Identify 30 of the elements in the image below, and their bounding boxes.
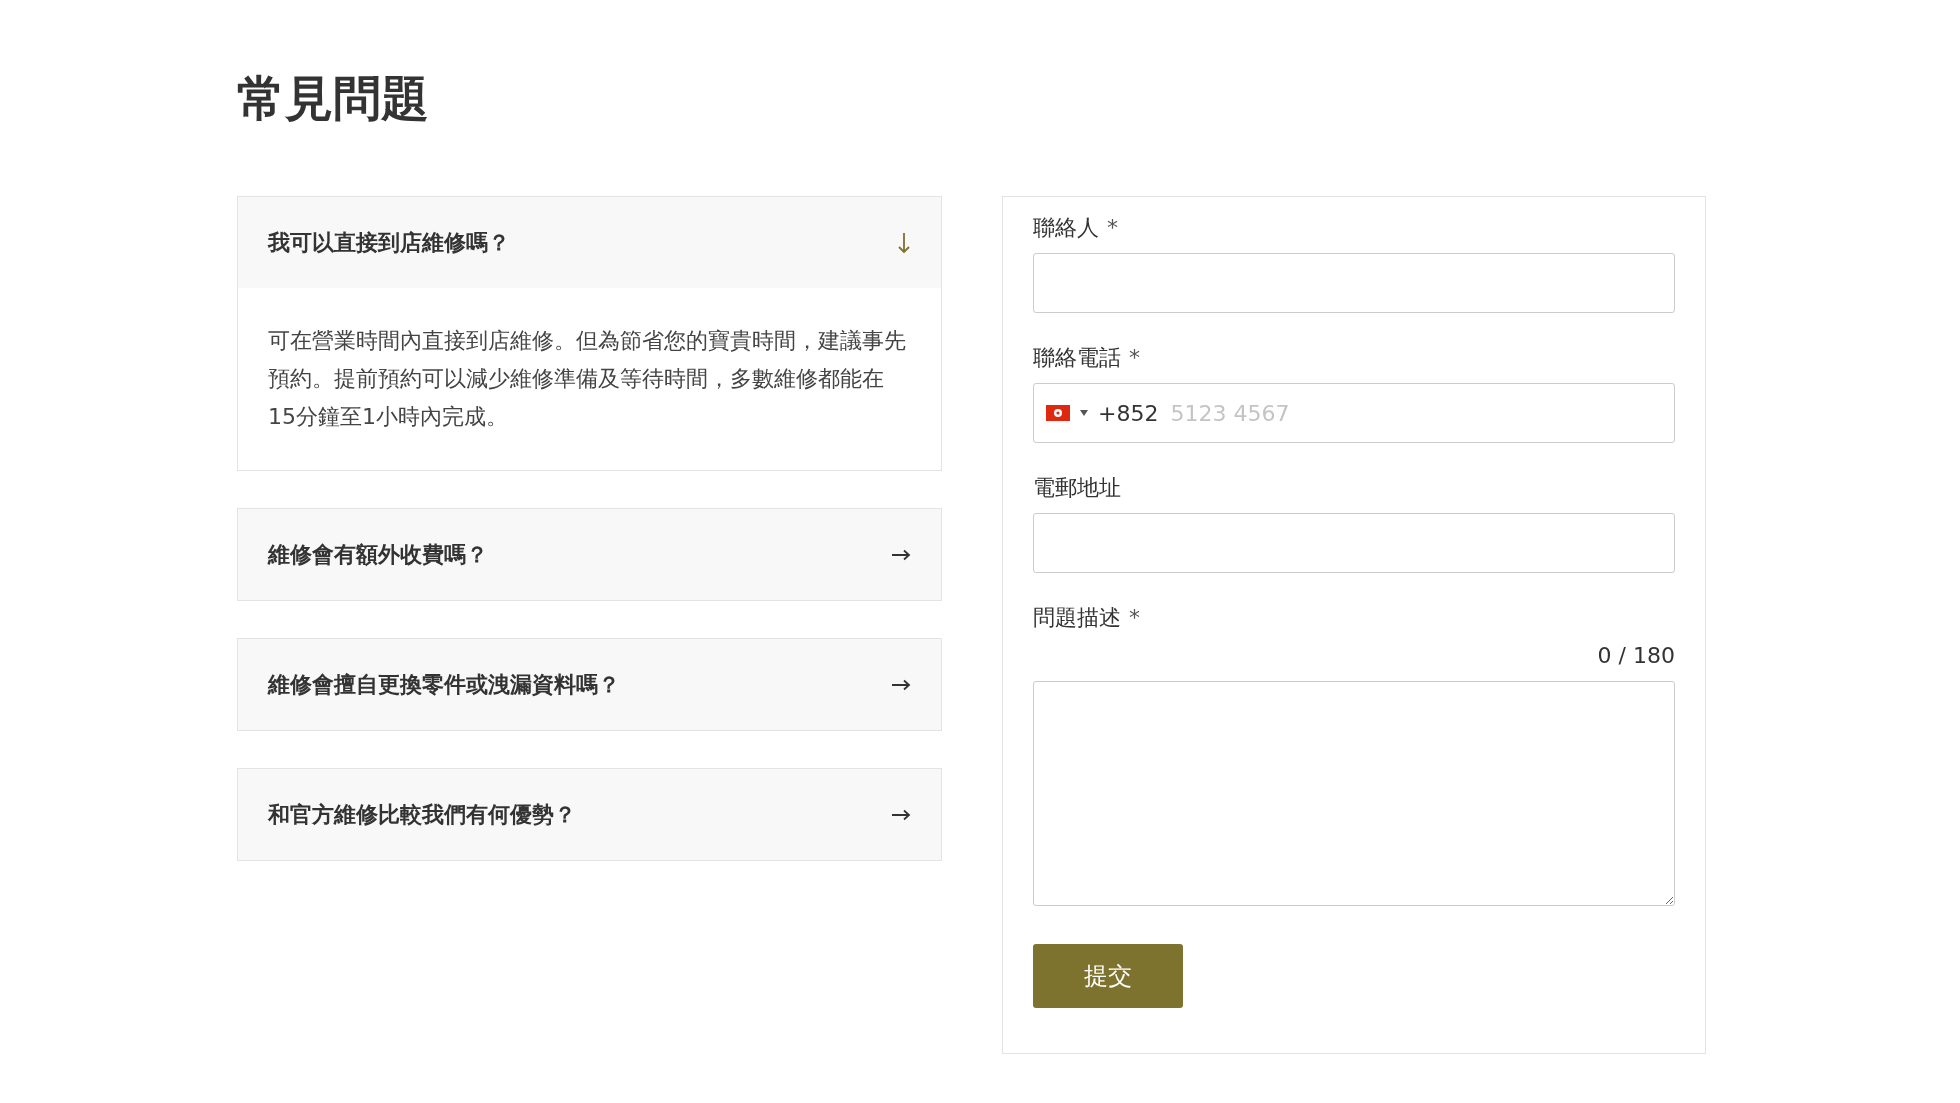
field-label: 聯絡人 — [1033, 214, 1099, 242]
page-title: 常見問題 — [237, 69, 429, 128]
down-arrow-icon — [897, 231, 911, 254]
faq-question-header[interactable]: 維修會有額外收費嗎？ — [238, 509, 941, 600]
dial-code: +852 — [1098, 400, 1159, 426]
input-field[interactable] — [1033, 513, 1675, 573]
input-field[interactable] — [1033, 253, 1675, 313]
field-label: 電郵地址 — [1033, 474, 1121, 502]
faq-question: 維修會有額外收費嗎？ — [268, 540, 488, 569]
faq-question-header[interactable]: 和官方維修比較我們有何優勢？ — [238, 769, 941, 860]
right-arrow-icon — [891, 678, 911, 691]
submit-button[interactable]: 提交 — [1033, 944, 1183, 1008]
field-label: 聯絡電話 — [1033, 344, 1121, 372]
faq-question-header[interactable]: 維修會擅自更換零件或洩漏資料嗎？ — [238, 639, 941, 730]
right-arrow-icon — [891, 548, 911, 561]
faq-question-header[interactable]: 我可以直接到店維修嗎？ — [238, 197, 941, 288]
required-mark: * — [1107, 214, 1118, 242]
faq-answer: 可在營業時間內直接到店維修。但為節省您的寶貴時間，建議事先預約。提前預約可以減少維修準備及等待時間，多數維修都能在15分鐘至1小時內完成。 — [267, 327, 907, 431]
description-textarea[interactable] — [1033, 681, 1675, 906]
faq-question: 我可以直接到店維修嗎？ — [268, 228, 510, 257]
required-mark: * — [1129, 604, 1140, 632]
caret-icon[interactable] — [1080, 410, 1088, 416]
field-label: 問題描述 — [1033, 604, 1121, 632]
faq-question: 維修會擅自更換零件或洩漏資料嗎？ — [268, 670, 620, 699]
character-counter: 0 / 180 — [1597, 642, 1675, 670]
right-arrow-icon — [891, 808, 911, 821]
faq-question: 和官方維修比較我們有何優勢？ — [268, 800, 576, 829]
required-mark: * — [1129, 344, 1140, 372]
flag-icon[interactable] — [1046, 405, 1070, 421]
phone-input-field[interactable]: +852 5123 4567 — [1033, 383, 1675, 443]
